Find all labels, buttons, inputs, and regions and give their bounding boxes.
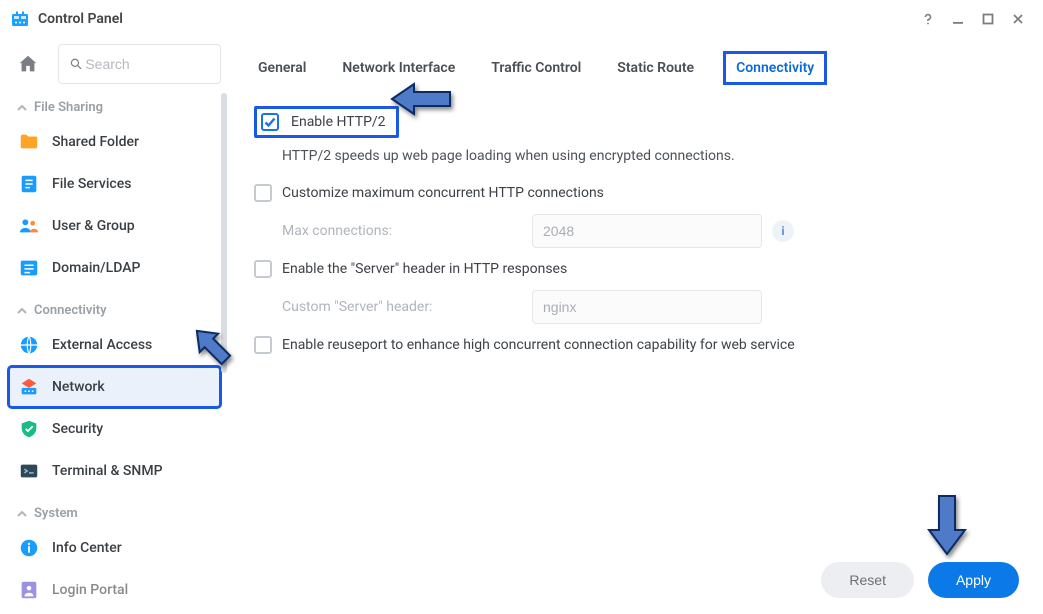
enable-http2-desc: HTTP/2 speeds up web page loading when u… — [254, 144, 1019, 178]
sidebar-item-label: Login Portal — [52, 582, 128, 598]
sidebar-item-label: Domain/LDAP — [52, 260, 140, 276]
section-file-sharing[interactable]: File Sharing — [8, 92, 221, 121]
sidebar-item-security[interactable]: Security — [8, 408, 221, 450]
custom-server-header-input[interactable] — [532, 290, 762, 324]
sidebar-item-label: File Services — [52, 176, 131, 192]
sidebar-item-external-access[interactable]: External Access — [8, 324, 221, 366]
sidebar-item-login-portal[interactable]: Login Portal — [8, 569, 221, 611]
tab-connectivity[interactable]: Connectivity — [726, 54, 824, 82]
customize-max-label: Customize maximum concurrent HTTP connec… — [282, 185, 604, 201]
close-button[interactable] — [1003, 4, 1033, 34]
section-label: Connectivity — [34, 303, 107, 318]
reuseport-label: Enable reuseport to enhance high concurr… — [282, 337, 795, 353]
maximize-button[interactable] — [973, 4, 1003, 34]
max-connections-info-icon[interactable]: i — [772, 220, 794, 242]
sidebar-item-label: Info Center — [52, 540, 122, 556]
info-icon — [18, 537, 40, 559]
search-icon — [69, 56, 83, 72]
apply-button[interactable]: Apply — [928, 562, 1019, 598]
home-button[interactable] — [8, 44, 48, 84]
reset-button[interactable]: Reset — [821, 562, 914, 598]
section-label: System — [34, 506, 78, 521]
sidebar-item-label: Terminal & SNMP — [52, 463, 163, 479]
file-services-icon — [18, 173, 40, 195]
terminal-icon — [18, 460, 40, 482]
folder-icon — [18, 131, 40, 153]
server-header-label: Enable the "Server" header in HTTP respo… — [282, 261, 567, 277]
tab-general[interactable]: General — [254, 54, 310, 82]
tab-network-interface[interactable]: Network Interface — [338, 54, 459, 82]
minimize-button[interactable] — [943, 4, 973, 34]
sidebar-item-domain-ldap[interactable]: Domain/LDAP — [8, 247, 221, 289]
help-button[interactable] — [913, 4, 943, 34]
login-portal-icon — [18, 579, 40, 601]
section-system[interactable]: System — [8, 498, 221, 527]
enable-http2-label: Enable HTTP/2 — [291, 114, 386, 130]
max-connections-field-label: Max connections: — [282, 223, 522, 239]
network-icon — [18, 376, 40, 398]
tab-static-route[interactable]: Static Route — [613, 54, 698, 82]
app-icon — [10, 9, 30, 29]
chevron-up-icon — [16, 102, 28, 114]
sidebar-item-user-group[interactable]: User & Group — [8, 205, 221, 247]
section-label: File Sharing — [34, 100, 103, 115]
search-input-container[interactable] — [58, 44, 221, 84]
sidebar-item-file-services[interactable]: File Services — [8, 163, 221, 205]
chevron-up-icon — [16, 508, 28, 520]
customize-max-checkbox[interactable] — [254, 184, 272, 202]
external-access-icon — [18, 334, 40, 356]
sidebar-item-label: Shared Folder — [52, 134, 139, 150]
window-title: Control Panel — [38, 11, 123, 27]
sidebar-item-label: External Access — [52, 337, 152, 353]
domain-icon — [18, 257, 40, 279]
max-connections-input[interactable] — [532, 214, 762, 248]
chevron-up-icon — [16, 305, 28, 317]
shield-icon — [18, 418, 40, 440]
search-input[interactable] — [83, 55, 210, 73]
reuseport-checkbox[interactable] — [254, 336, 272, 354]
enable-http2-highlight: Enable HTTP/2 — [254, 106, 399, 138]
sidebar-item-label: User & Group — [52, 218, 135, 234]
sidebar-item-info-center[interactable]: Info Center — [8, 527, 221, 569]
enable-http2-checkbox[interactable] — [261, 113, 279, 131]
sidebar-scrollbar[interactable] — [221, 93, 227, 373]
sidebar-item-terminal-snmp[interactable]: Terminal & SNMP — [8, 450, 221, 492]
sidebar-item-label: Network — [52, 379, 105, 395]
users-icon — [18, 215, 40, 237]
sidebar-item-network[interactable]: Network — [8, 366, 221, 408]
tab-traffic-control[interactable]: Traffic Control — [487, 54, 585, 82]
tabs: General Network Interface Traffic Contro… — [254, 48, 1019, 96]
section-connectivity[interactable]: Connectivity — [8, 295, 221, 324]
custom-server-header-field-label: Custom "Server" header: — [282, 299, 522, 315]
sidebar-item-label: Security — [52, 421, 103, 437]
server-header-checkbox[interactable] — [254, 260, 272, 278]
sidebar-item-shared-folder[interactable]: Shared Folder — [8, 121, 221, 163]
